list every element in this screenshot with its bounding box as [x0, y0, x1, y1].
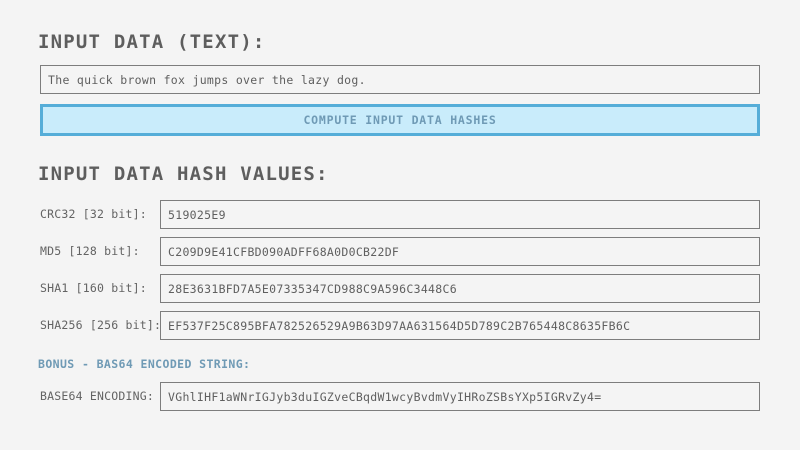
md5-label: MD5 [128 bit]:: [40, 237, 158, 266]
base64-label: BASE64 ENCODING:: [40, 382, 158, 411]
bonus-base64-heading: BONUS - BAS64 ENCODED STRING:: [38, 357, 250, 371]
crc32-value-field[interactable]: [160, 200, 760, 229]
base64-value-field[interactable]: [160, 382, 760, 411]
md5-value-field[interactable]: [160, 237, 760, 266]
hash-values-heading: INPUT DATA HASH VALUES:: [38, 163, 329, 185]
sha256-label: SHA256 [256 bit]:: [40, 311, 158, 340]
sha1-value-field[interactable]: [160, 274, 760, 303]
sha1-label: SHA1 [160 bit]:: [40, 274, 158, 303]
sha256-value-field[interactable]: [160, 311, 760, 340]
input-data-text-field[interactable]: [40, 65, 760, 94]
hash-calculator-page: INPUT DATA (TEXT): COMPUTE INPUT DATA HA…: [0, 0, 800, 450]
crc32-label: CRC32 [32 bit]:: [40, 200, 158, 229]
compute-hashes-button[interactable]: COMPUTE INPUT DATA HASHES: [40, 104, 760, 136]
input-data-heading: INPUT DATA (TEXT):: [38, 31, 266, 53]
